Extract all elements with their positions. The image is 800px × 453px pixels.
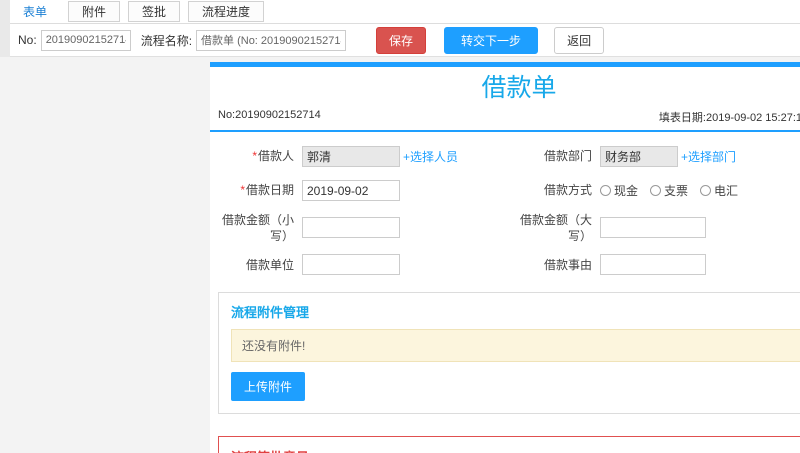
form-no-text: No:20190902152714 <box>218 108 321 121</box>
loan-reason-input[interactable] <box>600 254 706 276</box>
page-title: 借款单 <box>481 74 557 102</box>
radio-cash[interactable]: 现金 <box>600 182 638 199</box>
form-fields-grid: *借款人 +选择人员 借款部门 +选择部门 *借款日期 借款方式 <box>210 132 800 286</box>
loan-method-label: 借款方式 <box>543 183 592 198</box>
no-input[interactable] <box>40 29 131 51</box>
dept-input[interactable] <box>600 146 678 167</box>
approval-section: 流程签批意见 B I abc ✎ ● ▣ ⚑ ≣ ≡ ⇤ ⇥ <box>218 435 800 453</box>
required-star: * <box>240 183 245 198</box>
back-button[interactable]: 返回 <box>554 26 605 54</box>
tab-progress[interactable]: 流程进度 <box>188 1 265 22</box>
page-background: 借款单 No:20190902152714 填表日期:2019-09-02 15… <box>0 57 800 453</box>
attachments-heading: 流程附件管理 <box>231 304 310 320</box>
tab-bar: 表单 附件 签批 流程进度 <box>10 0 800 24</box>
loan-form-panel: 借款单 No:20190902152714 填表日期:2019-09-02 15… <box>210 62 800 453</box>
tab-form[interactable]: 表单 <box>10 0 60 23</box>
required-star: * <box>252 149 257 164</box>
loan-date-label: *借款日期 <box>240 183 294 198</box>
amount-big-input[interactable] <box>600 217 706 239</box>
select-dept-link[interactable]: +选择部门 <box>681 148 736 165</box>
amount-big-label: 借款金额（大写） <box>519 212 592 243</box>
attachments-section: 流程附件管理 还没有附件! 上传附件 <box>218 291 800 414</box>
radio-wire[interactable]: 电汇 <box>700 182 738 199</box>
process-name-label: 流程名称: <box>140 33 193 48</box>
panel-top-accent <box>210 62 800 67</box>
loan-method-group: 现金 支票 电汇 <box>600 182 738 199</box>
save-button[interactable]: 保存 <box>376 26 427 54</box>
radio-circle-icon <box>700 185 712 196</box>
no-attachments-notice: 还没有附件! <box>231 328 800 362</box>
action-toolbar: No: 流程名称: 保存 转交下一步 返回 <box>10 24 800 57</box>
loan-date-input[interactable] <box>302 180 400 201</box>
left-gutter <box>0 0 10 57</box>
tab-attachments[interactable]: 附件 <box>68 1 121 22</box>
select-person-link[interactable]: +选择人员 <box>403 148 458 165</box>
dept-label: 借款部门 <box>543 149 592 164</box>
no-label: No: <box>18 33 37 47</box>
form-date-text: 填表日期:2019-09-02 15:27:1 <box>658 111 800 124</box>
upload-attachment-button[interactable]: 上传附件 <box>231 371 306 401</box>
process-name-input[interactable] <box>196 29 347 51</box>
loan-unit-input[interactable] <box>302 254 400 276</box>
approval-heading: 流程签批意见 <box>219 437 800 453</box>
loan-reason-label: 借款事由 <box>543 257 592 272</box>
radio-circle-icon <box>650 185 662 196</box>
radio-circle-icon <box>600 185 611 196</box>
amount-small-input[interactable] <box>302 217 400 239</box>
borrower-label: *借款人 <box>252 149 294 164</box>
loan-unit-label: 借款单位 <box>245 257 294 272</box>
form-meta-row: No:20190902152714 填表日期:2019-09-02 15:27:… <box>210 107 800 130</box>
amount-small-label: 借款金额（小写） <box>221 212 294 243</box>
tab-approval[interactable]: 签批 <box>128 1 181 22</box>
radio-cheque[interactable]: 支票 <box>650 182 688 199</box>
next-step-button[interactable]: 转交下一步 <box>444 26 539 54</box>
borrower-input[interactable] <box>302 146 400 167</box>
